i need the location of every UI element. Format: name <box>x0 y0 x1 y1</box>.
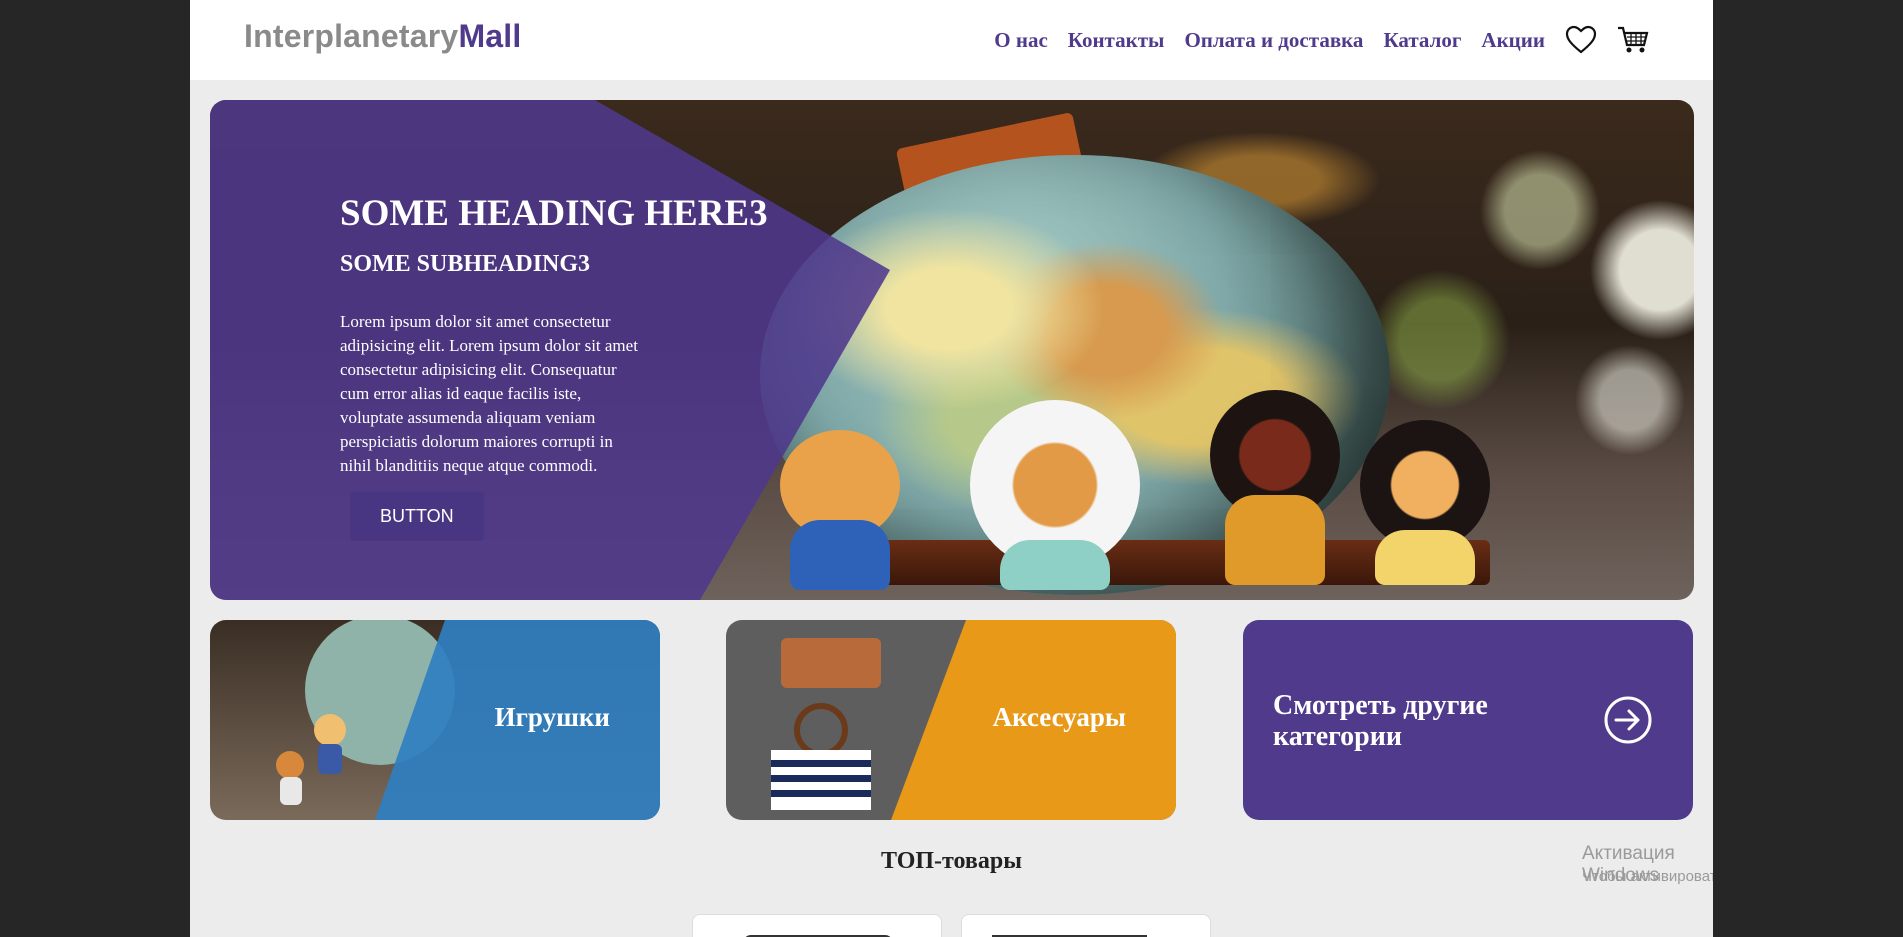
hero-description: Lorem ipsum dolor sit amet consectetur a… <box>340 312 638 475</box>
hero-subheading: SOME SUBHEADING3 <box>340 251 591 277</box>
logo-text-part2: Mall <box>458 18 522 54</box>
windows-activation-subtitle: Чтобы активировать Windows, перейдите в … <box>1582 868 1713 885</box>
product-card[interactable] <box>692 914 942 937</box>
nav-link-payment-delivery[interactable]: Оплата и доставка <box>1184 28 1363 53</box>
hero-content: SOME HEADING HERE3 SOME SUBHEADING3 Lore… <box>340 192 800 541</box>
site-logo[interactable]: InterplanetaryMall <box>244 18 521 55</box>
top-products-title: ТОП-товары <box>881 848 1022 874</box>
nav-link-promotions[interactable]: Акции <box>1481 28 1545 53</box>
product-card[interactable] <box>961 914 1211 937</box>
category-label-accessories: Аксесуары <box>992 702 1126 732</box>
main-nav: О нас Контакты Оплата и доставка Каталог… <box>994 24 1649 56</box>
category-card-more[interactable]: Смотреть другие категории <box>1243 620 1693 820</box>
hero-heading: SOME HEADING HERE3 <box>340 193 768 234</box>
cart-icon[interactable] <box>1617 24 1649 56</box>
category-card-toys[interactable]: Игрушки <box>210 620 660 820</box>
nav-link-about[interactable]: О нас <box>994 28 1048 53</box>
category-card-accessories[interactable]: Аксесуары <box>726 620 1176 820</box>
nav-link-catalog[interactable]: Каталог <box>1383 28 1461 53</box>
site-header: InterplanetaryMall О нас Контакты Оплата… <box>190 0 1713 80</box>
nav-link-contacts[interactable]: Контакты <box>1068 28 1165 53</box>
hero-button[interactable]: BUTTON <box>350 492 484 541</box>
category-label-more: Смотреть другие категории <box>1273 690 1488 752</box>
heart-icon[interactable] <box>1565 24 1597 56</box>
hero-banner: SOME HEADING HERE3 SOME SUBHEADING3 Lore… <box>210 100 1694 600</box>
category-label-toys: Игрушки <box>494 702 610 732</box>
page: InterplanetaryMall О нас Контакты Оплата… <box>190 0 1713 937</box>
logo-text-part1: Interplanetary <box>244 18 459 54</box>
arrow-right-circle-icon[interactable] <box>1603 695 1653 745</box>
